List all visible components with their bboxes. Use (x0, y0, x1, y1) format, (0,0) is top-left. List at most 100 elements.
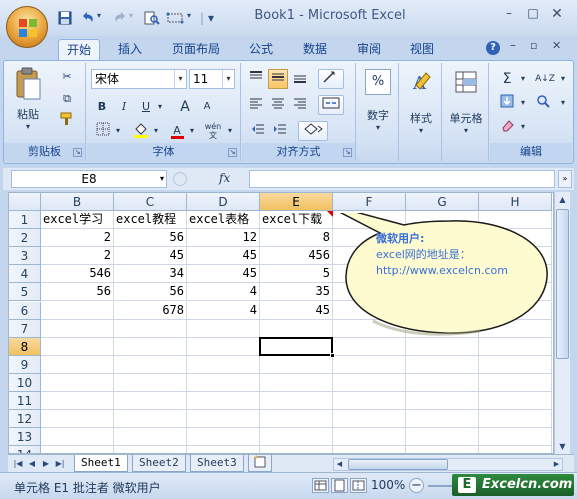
cell-g13[interactable] (406, 428, 479, 447)
qat-customize-icon[interactable]: ▾ (208, 11, 214, 27)
row-header-8[interactable]: 8 (9, 337, 41, 356)
autosum-icon[interactable]: Σ (496, 69, 518, 89)
horizontal-scrollbar[interactable]: ◀ ▶ (333, 458, 563, 471)
scroll-right-icon[interactable]: ▶ (551, 459, 562, 470)
tab-review[interactable]: 审阅 (349, 39, 389, 61)
cell-d5[interactable]: 4 (187, 283, 260, 302)
font-name-select[interactable]: 宋体 ▾ (91, 69, 187, 89)
custom-shape-icon[interactable] (166, 11, 186, 27)
cell-b7[interactable] (41, 319, 114, 338)
fill-color-icon[interactable] (131, 121, 151, 141)
formula-input[interactable] (249, 170, 555, 188)
next-sheet-icon[interactable]: ▶ (40, 458, 52, 470)
tab-insert[interactable]: 插入 (110, 39, 150, 61)
column-header-e[interactable]: E (260, 193, 333, 211)
cell-f14[interactable] (333, 446, 406, 453)
cell-e1[interactable]: excel下载 (260, 211, 333, 230)
font-launcher-icon[interactable]: ↘ (228, 148, 237, 157)
tab-page-layout[interactable]: 页面布局 (164, 39, 228, 61)
cell-d10[interactable] (187, 373, 260, 392)
cell-f9[interactable] (333, 355, 406, 374)
page-layout-view-icon[interactable] (331, 478, 348, 493)
cell-b10[interactable] (41, 373, 114, 392)
cell-e5[interactable]: 35 (260, 283, 333, 302)
styles-button[interactable]: A 样式 ▾ (404, 69, 438, 141)
cell-f12[interactable] (333, 410, 406, 429)
formula-bar-expand-icon[interactable]: » (558, 170, 572, 188)
fill-color-dropdown-icon[interactable]: ▾ (151, 121, 161, 141)
cell-c4[interactable]: 34 (114, 265, 187, 284)
clear-dropdown-icon[interactable]: ▾ (518, 117, 528, 137)
scroll-down-icon[interactable]: ▼ (556, 440, 569, 453)
cell-c13[interactable] (114, 428, 187, 447)
shrink-font-button[interactable]: A (197, 97, 217, 117)
copy-icon[interactable]: ⧉ (56, 89, 78, 109)
row-header-6[interactable]: 6 (9, 301, 41, 320)
cell-d12[interactable] (187, 410, 260, 429)
cell-b1[interactable]: excel学习 (41, 211, 114, 230)
workbook-restore-icon[interactable]: ▫ (530, 39, 537, 52)
row-header-14[interactable]: 14 (9, 446, 41, 453)
cell-f13[interactable] (333, 428, 406, 447)
cell-h12[interactable] (479, 410, 552, 429)
cell-d7[interactable] (187, 319, 260, 338)
alignment-launcher-icon[interactable]: ↘ (343, 148, 352, 157)
clear-icon[interactable] (496, 117, 518, 137)
horizontal-scroll-thumb[interactable] (348, 459, 448, 470)
cell-c7[interactable] (114, 319, 187, 338)
borders-icon[interactable] (93, 121, 113, 141)
redo-icon[interactable] (112, 11, 128, 27)
cell-e11[interactable] (260, 392, 333, 411)
sheet-tab-1[interactable]: Sheet1 (74, 455, 128, 472)
cell-c3[interactable]: 45 (114, 247, 187, 266)
print-preview-icon[interactable] (144, 11, 160, 27)
cell-e3[interactable]: 456 (260, 247, 333, 266)
cell-b11[interactable] (41, 392, 114, 411)
align-right-icon[interactable] (290, 95, 310, 115)
cell-c14[interactable] (114, 446, 187, 453)
fill-dropdown-icon[interactable]: ▾ (518, 93, 528, 113)
number-format-button[interactable]: % 数字 ▾ (361, 69, 395, 141)
cell-e2[interactable]: 8 (260, 229, 333, 248)
cell-b2[interactable]: 2 (41, 229, 114, 248)
paste-button[interactable]: 粘贴 ▾ (10, 67, 46, 141)
sheet-tab-3[interactable]: Sheet3 (190, 455, 244, 472)
cell-c9[interactable] (114, 355, 187, 374)
cell-c6[interactable]: 678 (114, 301, 187, 320)
column-header-b[interactable]: B (41, 193, 114, 211)
cell-d4[interactable]: 45 (187, 265, 260, 284)
merge-center-icon[interactable] (318, 95, 344, 115)
vertical-scroll-thumb[interactable] (556, 209, 569, 359)
cell-d8[interactable] (187, 337, 260, 356)
cell-c2[interactable]: 56 (114, 229, 187, 248)
normal-view-icon[interactable] (312, 478, 329, 493)
undo-dropdown-icon[interactable]: ▾ (97, 11, 101, 27)
cell-c12[interactable] (114, 410, 187, 429)
cell-e9[interactable] (260, 355, 333, 374)
cell-d13[interactable] (187, 428, 260, 447)
cell-b4[interactable]: 546 (41, 265, 114, 284)
cell-c5[interactable]: 56 (114, 283, 187, 302)
sort-filter-icon[interactable]: A↓Z (532, 69, 558, 89)
maximize-icon[interactable]: □ (522, 6, 544, 24)
cell-f10[interactable] (333, 373, 406, 392)
phonetic-dropdown-icon[interactable]: ▾ (225, 121, 235, 141)
grow-font-button[interactable]: A (175, 97, 195, 117)
minimize-icon[interactable]: – (498, 6, 520, 24)
italic-button[interactable]: I (115, 97, 133, 117)
cell-e10[interactable] (260, 373, 333, 392)
cell-e13[interactable] (260, 428, 333, 447)
align-middle-icon[interactable] (268, 69, 288, 89)
autosum-dropdown-icon[interactable]: ▾ (518, 69, 528, 89)
undo-icon[interactable] (80, 11, 96, 27)
tab-view[interactable]: 视图 (402, 39, 442, 61)
tab-home[interactable]: 开始 (58, 39, 101, 61)
bold-button[interactable]: B (93, 97, 111, 117)
cell-h13[interactable] (479, 428, 552, 447)
cell-b14[interactable] (41, 446, 114, 453)
cell-e4[interactable]: 5 (260, 265, 333, 284)
cells-button[interactable]: 单元格 ▾ (447, 69, 485, 141)
cell-d14[interactable] (187, 446, 260, 453)
cell-b6[interactable] (41, 301, 114, 320)
cell-h9[interactable] (479, 355, 552, 374)
